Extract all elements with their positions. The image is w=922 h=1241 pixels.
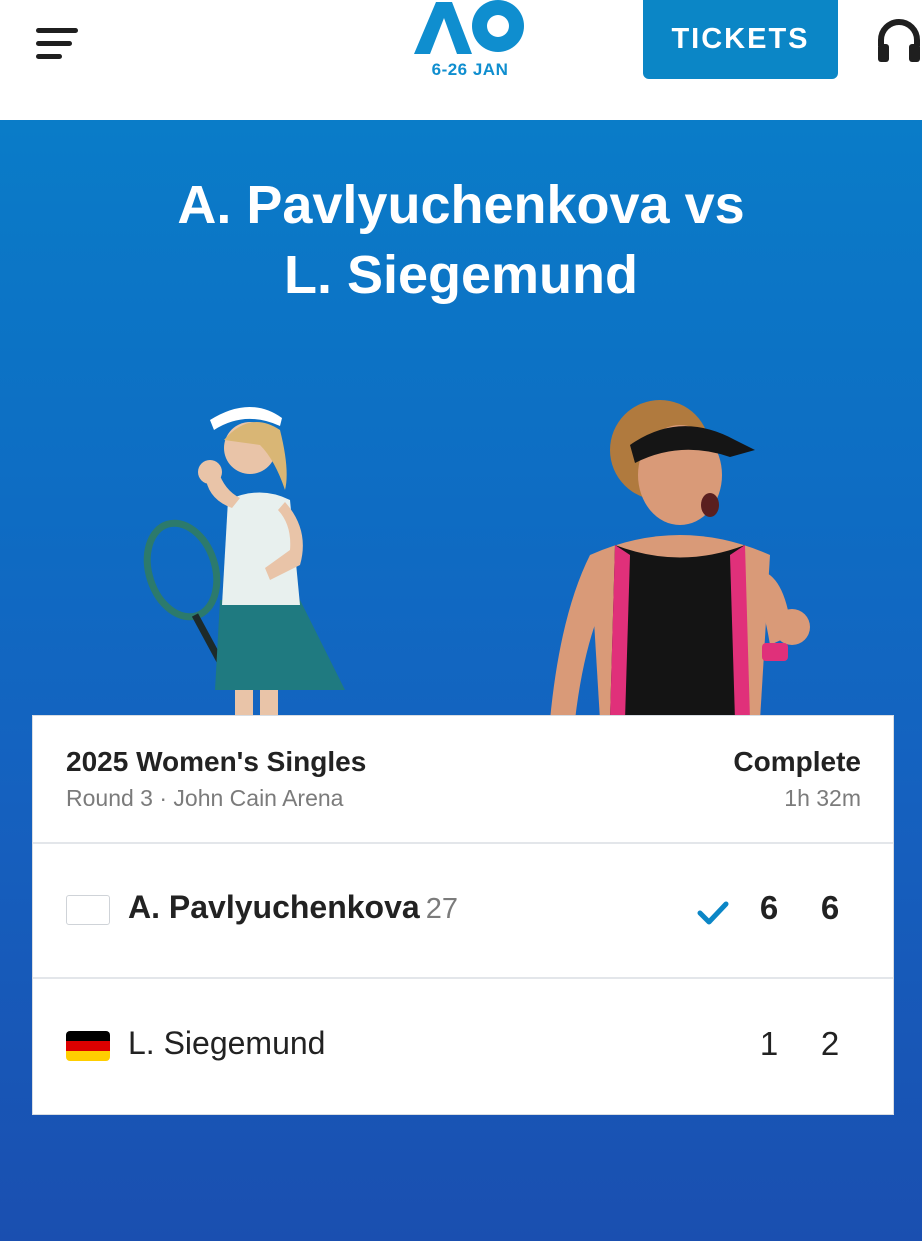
match-duration: 1h 32m <box>784 785 861 811</box>
winner-check-icon <box>697 901 729 925</box>
germany-flag-icon <box>66 1031 110 1061</box>
player2-photo <box>550 400 810 720</box>
player1-set2-score: 6 <box>820 889 840 926</box>
player1-seed: 27 <box>425 893 458 925</box>
player1-set1-score: 6 <box>759 889 779 926</box>
player-row-1[interactable]: A. Pavlyuchenkova 27 6 6 <box>33 843 893 979</box>
logo-dates: 6-26 JAN <box>431 60 509 79</box>
round-venue: Round 3 · John Cain Arena <box>66 785 344 811</box>
headset-icon[interactable] <box>876 16 922 66</box>
match-title: A. Pavlyuchenkova vs L. Siegemund <box>0 170 922 310</box>
match-title-line1: A. Pavlyuchenkova vs <box>177 175 745 235</box>
hamburger-menu-icon[interactable] <box>36 26 80 62</box>
match-card-header: 2025 Women's Singles Round 3 · John Cain… <box>33 716 893 844</box>
player-row-2[interactable]: L. Siegemund 1 2 <box>33 979 893 1113</box>
player2-name: L. Siegemund <box>128 1025 326 1061</box>
player2-set2-score: 2 <box>820 1025 840 1062</box>
player1-photo <box>143 406 345 720</box>
top-header: 6-26 JAN TICKETS <box>0 0 922 120</box>
match-score-card[interactable]: 2025 Women's Singles Round 3 · John Cain… <box>32 715 894 1115</box>
tickets-button[interactable]: TICKETS <box>643 0 838 79</box>
player1-name: A. Pavlyuchenkova <box>128 889 420 925</box>
match-status: Complete <box>733 746 861 777</box>
player2-set1-score: 1 <box>759 1025 779 1062</box>
ao-logo[interactable]: 6-26 JAN <box>404 0 534 86</box>
ao-logo-mark <box>414 0 524 54</box>
match-title-line2: L. Siegemund <box>283 245 639 305</box>
event-name: 2025 Women's Singles <box>66 746 367 777</box>
player1-flag <box>66 895 110 925</box>
player1-name-wrap: A. Pavlyuchenkova 27 <box>128 889 458 926</box>
